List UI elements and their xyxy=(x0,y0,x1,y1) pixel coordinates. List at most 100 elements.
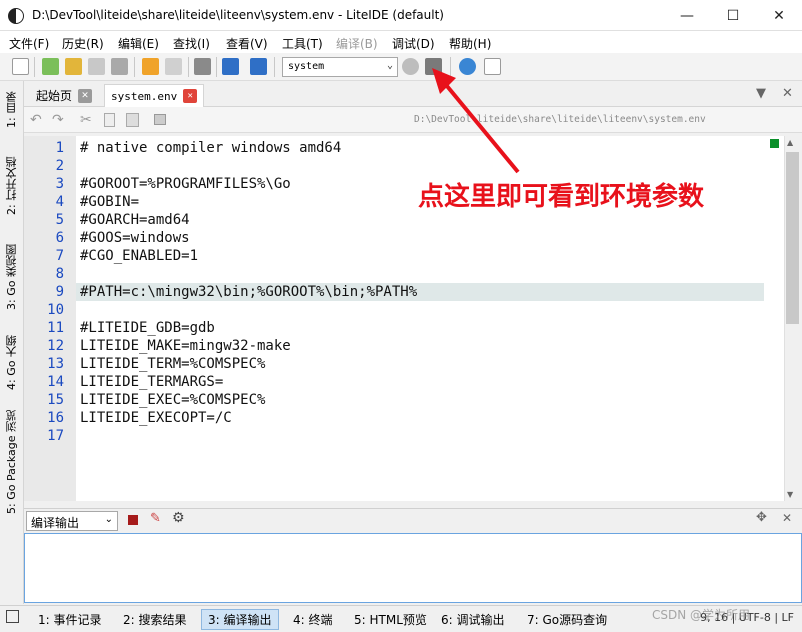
back-icon[interactable] xyxy=(142,58,159,75)
tab-label: 起始页 xyxy=(36,89,73,103)
code-line: LITEIDE_MAKE=mingw32-make xyxy=(80,338,291,354)
tab-list-chevron-icon[interactable]: ▼ xyxy=(756,86,766,101)
menu-debug[interactable]: 调试(D) xyxy=(392,35,435,52)
liteide-logo-icon xyxy=(8,8,24,24)
status-marker xyxy=(770,139,779,148)
scroll-down-icon[interactable]: ▼ xyxy=(787,490,793,499)
float-panel-icon[interactable]: ✥ xyxy=(756,510,767,525)
bottom-tab-events[interactable]: 1: 事件记录 xyxy=(38,611,102,628)
annotation-arrow xyxy=(432,68,520,174)
code-line: # native compiler windows amd64 xyxy=(80,140,342,156)
save-icon[interactable] xyxy=(88,58,105,75)
menu-tools[interactable]: 工具(T) xyxy=(282,35,323,52)
forward-icon[interactable] xyxy=(165,58,182,75)
redo-icon[interactable]: ↷ xyxy=(52,112,64,128)
menu-history[interactable]: 历史(R) xyxy=(62,35,104,52)
minimize-button[interactable]: — xyxy=(664,0,710,31)
undo-icon[interactable]: ↶ xyxy=(30,112,42,128)
close-button[interactable]: ✕ xyxy=(756,0,802,31)
sidebar-tab-open-docs[interactable]: 2: 打开文档 xyxy=(2,146,22,226)
new-file-icon[interactable] xyxy=(12,58,29,75)
close-editor-icon[interactable]: ✕ xyxy=(782,86,793,101)
toolbar-separator xyxy=(134,57,135,77)
line-number: 13 xyxy=(47,356,64,372)
scroll-up-icon[interactable]: ▲ xyxy=(787,138,793,147)
open-project-icon[interactable] xyxy=(65,58,82,75)
clear-output-icon[interactable]: ✎ xyxy=(150,511,161,526)
line-number: 4 xyxy=(55,194,64,210)
close-icon[interactable]: ✕ xyxy=(78,88,93,103)
sidebar-tab-class-view[interactable]: 3: Go 类视图 xyxy=(2,236,22,318)
cut-icon[interactable]: ✂ xyxy=(80,112,92,128)
code-line: LITEIDE_TERMARGS= xyxy=(80,374,224,390)
line-number: 2 xyxy=(55,158,64,174)
bottom-tab-terminal[interactable]: 4: 终端 xyxy=(293,611,333,628)
output-channel-select[interactable]: 编译输出 ⌄ xyxy=(26,511,118,531)
stop-icon[interactable] xyxy=(128,515,138,525)
sidebar-tab-package-browser[interactable]: 5: Go Package 浏览 xyxy=(2,404,22,520)
tab-start-page[interactable]: 起始页 ✕ xyxy=(30,84,98,107)
line-number: 8 xyxy=(55,266,64,282)
annotation-text: 点这里即可看到环境参数 xyxy=(418,182,705,212)
line-number: 16 xyxy=(47,410,64,426)
code-line: #CGO_ENABLED=1 xyxy=(80,248,199,264)
line-number: 9 xyxy=(55,284,64,300)
home-icon[interactable] xyxy=(222,58,239,75)
toolbar-separator xyxy=(188,57,189,77)
bottom-tab-search-results[interactable]: 2: 搜索结果 xyxy=(123,611,187,628)
line-number: 5 xyxy=(55,212,64,228)
toolbar-separator xyxy=(34,57,35,77)
output-panel-header xyxy=(24,508,802,533)
menu-view[interactable]: 查看(V) xyxy=(226,35,268,52)
paste-icon[interactable] xyxy=(126,113,139,127)
bottom-tab-build-output[interactable]: 3: 编译输出 xyxy=(201,609,279,630)
line-number: 3 xyxy=(55,176,64,192)
watermark: CSDN @学为所用 xyxy=(652,608,751,622)
copy-icon[interactable] xyxy=(104,113,115,127)
line-number: 1 xyxy=(55,140,64,156)
close-panel-icon[interactable]: ✕ xyxy=(782,511,792,525)
code-line: #GOARCH=amd64 xyxy=(80,212,190,228)
output-console[interactable] xyxy=(24,533,802,603)
menu-help[interactable]: 帮助(H) xyxy=(449,35,491,52)
menu-edit[interactable]: 编辑(E) xyxy=(118,35,159,52)
line-number: 15 xyxy=(47,392,64,408)
lock-icon[interactable] xyxy=(154,114,166,125)
line-number: 12 xyxy=(47,338,64,354)
code-line: #GOROOT=%PROGRAMFILES%\Go xyxy=(80,176,291,192)
chevron-down-icon: ⌄ xyxy=(386,60,393,71)
go-icon[interactable] xyxy=(250,58,267,75)
reload-environment-icon[interactable] xyxy=(402,58,419,75)
gear-icon[interactable]: ⚙ xyxy=(172,510,185,526)
menu-build[interactable]: 编译(B) xyxy=(336,35,378,52)
scrollbar-thumb[interactable] xyxy=(786,152,799,324)
bottom-tab-debug-output[interactable]: 6: 调试输出 xyxy=(441,611,505,628)
menu-file[interactable]: 文件(F) xyxy=(9,35,49,52)
tab-label: system.env xyxy=(111,89,178,103)
code-line: #GOOS=windows xyxy=(80,230,190,246)
open-folder-icon[interactable] xyxy=(42,58,59,75)
line-number: 11 xyxy=(47,320,64,336)
code-line: LITEIDE_EXEC=%COMSPEC% xyxy=(80,392,266,408)
maximize-button[interactable]: ☐ xyxy=(710,0,756,31)
bottom-tab-go-source-query[interactable]: 7: Go源码查询 xyxy=(527,611,607,628)
toolbar-separator xyxy=(274,57,275,77)
sidebar-tab-directory[interactable]: 1: 目录 xyxy=(2,84,22,136)
sidebar-tab-outline[interactable]: 4: Go 大纲 xyxy=(2,326,22,400)
line-number: 14 xyxy=(47,374,64,390)
output-channel-value: 编译输出 xyxy=(31,516,80,530)
code-line: #GOBIN= xyxy=(80,194,140,210)
tools-icon[interactable] xyxy=(194,58,211,75)
line-number: 7 xyxy=(55,248,64,264)
save-all-icon[interactable] xyxy=(111,58,128,75)
bottom-tab-html-preview[interactable]: 5: HTML预览 xyxy=(354,611,427,628)
close-icon[interactable]: ✕ xyxy=(183,89,198,103)
code-line: #LITEIDE_GDB=gdb xyxy=(80,320,215,336)
environment-value: system xyxy=(288,61,325,72)
menu-find[interactable]: 查找(I) xyxy=(173,35,210,52)
environment-select[interactable]: system ⌄ xyxy=(282,57,398,77)
chevron-down-icon: ⌄ xyxy=(104,514,113,525)
toggle-sidebar-icon[interactable] xyxy=(6,610,19,623)
window-title: D:\DevTool\liteide\share\liteide\liteenv… xyxy=(32,8,444,22)
tab-system-env[interactable]: system.env ✕ xyxy=(104,84,205,107)
